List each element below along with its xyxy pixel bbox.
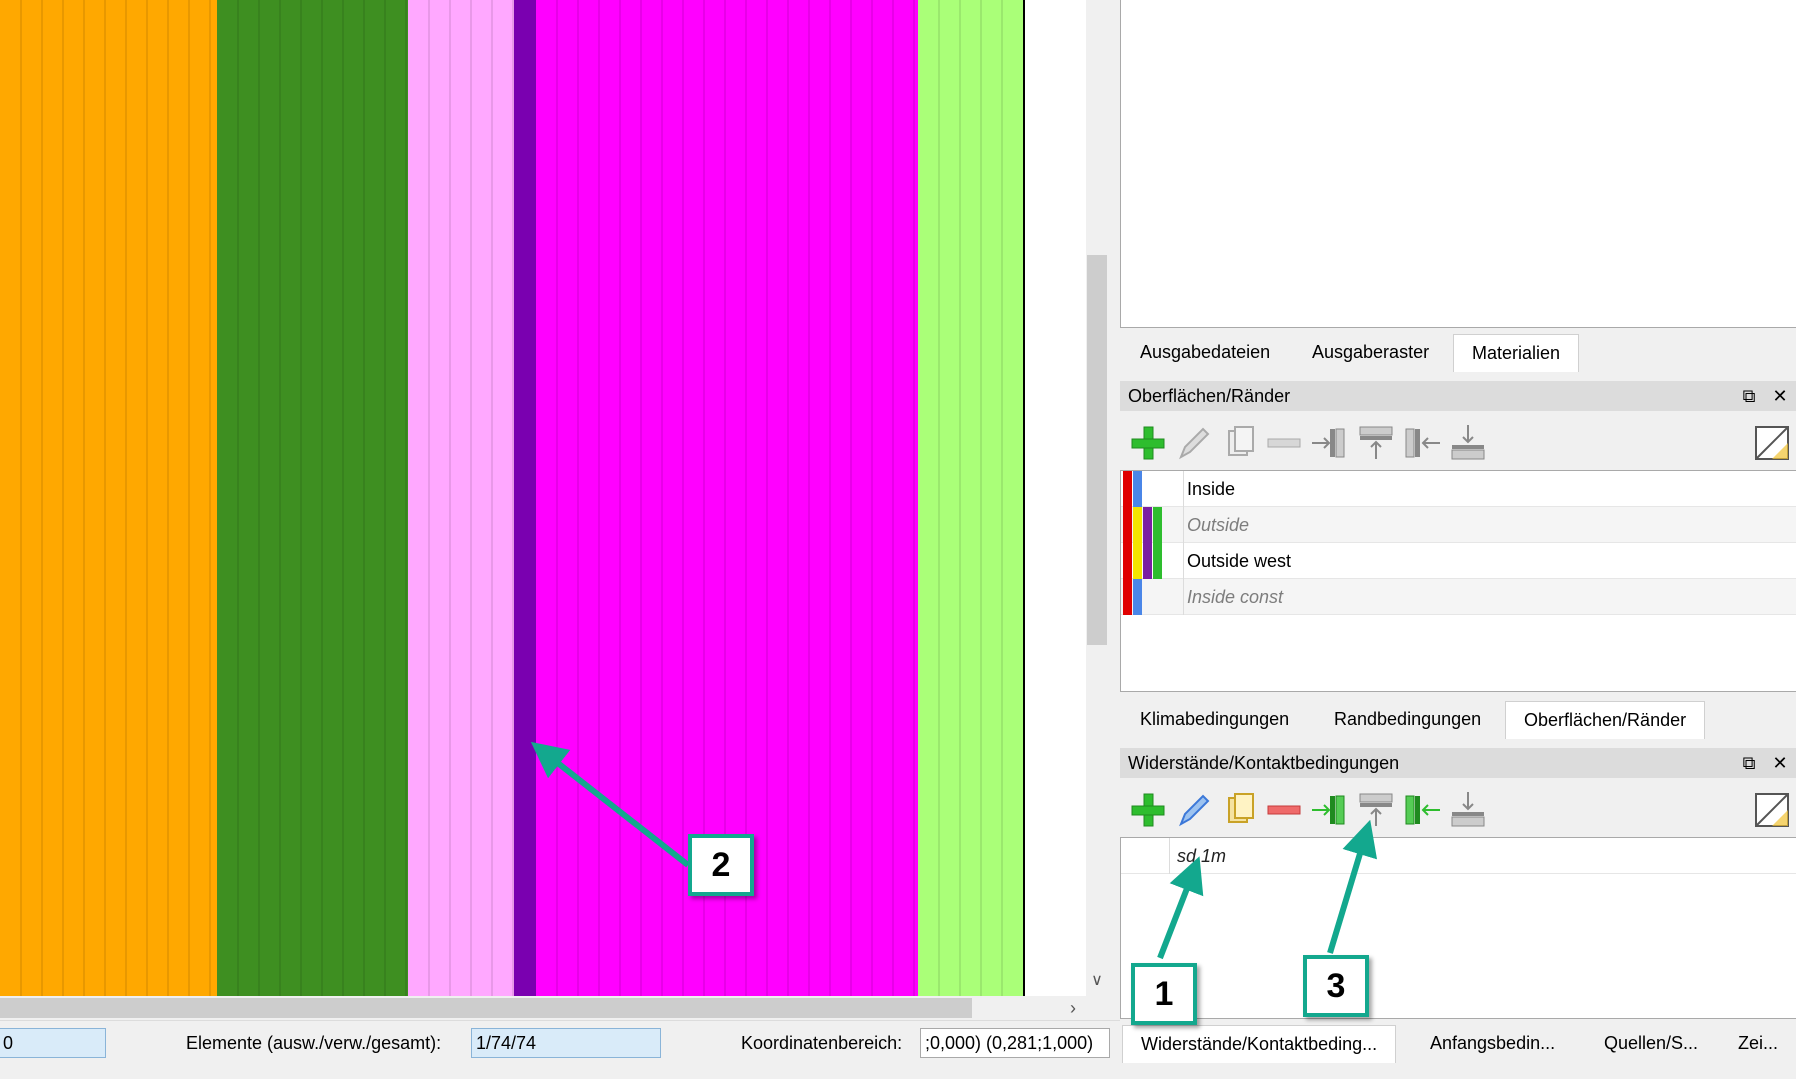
status-first-field: 0 bbox=[0, 1028, 106, 1058]
coordinates-label: Koordinatenbereich: bbox=[741, 1033, 903, 1053]
callout-3: 3 bbox=[1303, 955, 1369, 1017]
float-icon[interactable]: ⧉ bbox=[1737, 381, 1761, 411]
assign-left-icon[interactable] bbox=[1400, 421, 1444, 465]
color-swatch bbox=[1153, 507, 1162, 543]
assign-top-icon[interactable] bbox=[1354, 421, 1398, 465]
list-item-label: Outside bbox=[1187, 515, 1250, 535]
tab-zeitplaene[interactable]: Zei... bbox=[1720, 1025, 1796, 1061]
assign-left-icon[interactable] bbox=[1400, 788, 1444, 832]
callout-1: 1 bbox=[1131, 963, 1197, 1025]
list-item[interactable]: Outside west bbox=[1121, 543, 1796, 579]
tab-ausgaberaster[interactable]: Ausgaberaster bbox=[1294, 334, 1447, 370]
tab-oberflaechen-raender[interactable]: Oberflächen/Ränder bbox=[1505, 701, 1706, 739]
tab-quellen[interactable]: Quellen/S... bbox=[1586, 1025, 1716, 1061]
add-icon[interactable] bbox=[1126, 421, 1170, 465]
color-swatch bbox=[1133, 471, 1142, 507]
resistances-panel-title: Widerstände/Kontaktbedingungen ⧉ ✕ bbox=[1120, 748, 1796, 778]
list-item-label: Outside west bbox=[1187, 551, 1292, 571]
color-swatch bbox=[1143, 543, 1152, 579]
color-swatch bbox=[1123, 579, 1132, 615]
close-icon[interactable]: ✕ bbox=[1768, 748, 1792, 778]
tab-anfangsbedingungen[interactable]: Anfangsbedin... bbox=[1412, 1025, 1573, 1061]
tab-randbedingungen[interactable]: Randbedingungen bbox=[1316, 701, 1499, 737]
list-item-label: Inside const bbox=[1187, 587, 1284, 607]
remove-icon[interactable] bbox=[1262, 788, 1306, 832]
top-tab-bar: Ausgabedateien Ausgaberaster Materialien bbox=[1120, 334, 1796, 372]
resistances-panel-title-text: Widerstände/Kontaktbedingungen bbox=[1128, 753, 1400, 773]
tab-klimabedingungen[interactable]: Klimabedingungen bbox=[1122, 701, 1307, 737]
tab-ausgabedateien[interactable]: Ausgabedateien bbox=[1122, 334, 1288, 370]
color-swatch bbox=[1133, 579, 1142, 615]
resistances-toolbar bbox=[1120, 782, 1796, 836]
row-divider bbox=[1169, 838, 1170, 874]
row-divider bbox=[1183, 507, 1184, 543]
color-swatch bbox=[1133, 543, 1142, 579]
callout-2: 2 bbox=[688, 834, 754, 896]
resistances-list[interactable]: sd 1m bbox=[1120, 837, 1796, 1019]
list-item-label: Inside bbox=[1187, 479, 1236, 499]
row-divider bbox=[1183, 471, 1184, 507]
list-item[interactable]: sd 1m bbox=[1121, 838, 1796, 874]
list-item-label: sd 1m bbox=[1177, 846, 1227, 866]
surfaces-panel-title-text: Oberflächen/Ränder bbox=[1128, 386, 1291, 406]
color-swatch bbox=[1123, 507, 1132, 543]
vertical-scrollbar[interactable]: ∨ bbox=[1086, 0, 1108, 996]
vertical-scrollbar-thumb[interactable] bbox=[1087, 255, 1107, 645]
elements-field: 1/74/74 bbox=[471, 1028, 661, 1058]
application-window: ∨ › 0 Elemente (ausw./verw./gesamt): 1/7… bbox=[0, 0, 1796, 1079]
bottom-tab-bar: Widerstände/Kontaktbeding... Anfangsbedi… bbox=[1120, 1025, 1796, 1063]
grid-lines bbox=[20, 0, 1003, 996]
edit-icon[interactable] bbox=[1171, 788, 1215, 832]
add-icon[interactable] bbox=[1126, 788, 1170, 832]
right-dock-panel: Ausgabedateien Ausgaberaster Materialien… bbox=[1120, 0, 1796, 1079]
horizontal-scrollbar-thumb[interactable] bbox=[0, 998, 972, 1018]
toggle-view-icon[interactable] bbox=[1750, 788, 1794, 832]
row-divider bbox=[1183, 543, 1184, 579]
list-item[interactable]: Inside const bbox=[1121, 579, 1796, 615]
materials-view[interactable] bbox=[1120, 0, 1796, 328]
assign-bottom-icon[interactable] bbox=[1446, 421, 1490, 465]
close-icon[interactable]: ✕ bbox=[1768, 381, 1792, 411]
scroll-down-icon[interactable]: ∨ bbox=[1086, 966, 1108, 996]
float-icon[interactable]: ⧉ bbox=[1737, 748, 1761, 778]
edit-icon[interactable] bbox=[1171, 421, 1215, 465]
surfaces-toolbar bbox=[1120, 415, 1796, 469]
assign-right-icon[interactable] bbox=[1308, 421, 1352, 465]
middle-tab-bar: Klimabedingungen Randbedingungen Oberflä… bbox=[1120, 701, 1796, 739]
elements-label: Elemente (ausw./verw./gesamt): bbox=[186, 1033, 442, 1053]
surfaces-panel-title: Oberflächen/Ränder ⧉ ✕ bbox=[1120, 381, 1796, 411]
toggle-view-icon[interactable] bbox=[1750, 421, 1794, 465]
assign-top-icon[interactable] bbox=[1354, 788, 1398, 832]
horizontal-scrollbar[interactable]: › bbox=[0, 996, 1086, 1020]
coordinates-field: ;0,000) (0,281;1,000) bbox=[920, 1028, 1110, 1058]
copy-icon[interactable] bbox=[1217, 788, 1261, 832]
list-item[interactable]: Outside bbox=[1121, 507, 1796, 543]
assign-bottom-icon[interactable] bbox=[1446, 788, 1490, 832]
row-divider bbox=[1183, 579, 1184, 615]
tab-materialien[interactable]: Materialien bbox=[1453, 334, 1580, 372]
color-swatch bbox=[1143, 507, 1152, 543]
geometry-viewport[interactable] bbox=[0, 0, 1086, 996]
color-swatch bbox=[1133, 507, 1142, 543]
remove-icon[interactable] bbox=[1262, 421, 1306, 465]
copy-icon[interactable] bbox=[1217, 421, 1261, 465]
color-swatch bbox=[1123, 543, 1132, 579]
assign-right-icon[interactable] bbox=[1308, 788, 1352, 832]
list-item[interactable]: Inside bbox=[1121, 471, 1796, 507]
status-bar: 0 Elemente (ausw./verw./gesamt): 1/74/74… bbox=[0, 1020, 1120, 1079]
tab-widerstaende[interactable]: Widerstände/Kontaktbeding... bbox=[1122, 1025, 1397, 1063]
scroll-right-icon[interactable]: › bbox=[1060, 996, 1086, 1020]
color-swatch bbox=[1123, 471, 1132, 507]
color-swatch bbox=[1153, 543, 1162, 579]
surfaces-list[interactable]: Inside Outside Outside west Inside const bbox=[1120, 470, 1796, 692]
